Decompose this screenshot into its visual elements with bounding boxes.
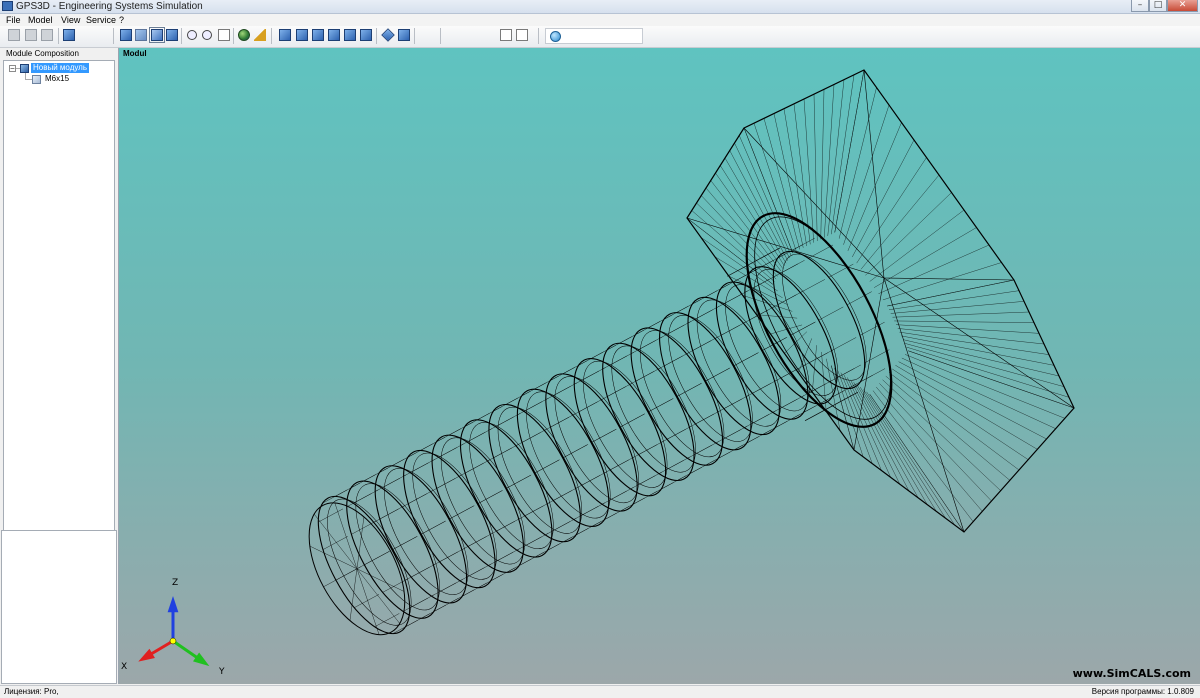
tree-connector [25, 79, 32, 80]
zoom-in-icon[interactable] [187, 30, 197, 40]
bolt-wireframe: Z X Y [121, 69, 1075, 677]
toolbar-separator [414, 28, 415, 44]
window-title: GPS3D - Engineering Systems Simulation [16, 1, 203, 12]
menu-service[interactable]: Service [86, 14, 116, 26]
simulation-combo[interactable] [545, 28, 643, 44]
collapse-icon[interactable]: – [9, 65, 16, 72]
axis-triad: Z X Y [121, 578, 225, 677]
measure-icon[interactable] [254, 29, 266, 41]
zoom-fit-icon[interactable] [218, 29, 230, 41]
toolbar-separator [233, 28, 234, 44]
view-top-icon[interactable] [344, 29, 356, 41]
toolbar-separator [58, 28, 59, 44]
menu-view[interactable]: View [61, 14, 80, 26]
view-wireframe-icon[interactable] [149, 27, 165, 43]
view-bottom-icon[interactable] [360, 29, 372, 41]
part-icon [32, 75, 41, 84]
module-tree[interactable]: – Новый модуль M6x15 [3, 60, 115, 570]
toolbar [0, 26, 1200, 48]
properties-panel [1, 530, 117, 684]
view-shaded-icon[interactable] [166, 29, 178, 41]
view-solid-icon[interactable] [120, 29, 132, 41]
menu-file[interactable]: File [6, 14, 21, 26]
view-front-icon[interactable] [279, 29, 291, 41]
view-back-icon[interactable] [296, 29, 308, 41]
menu-help[interactable]: ? [119, 14, 124, 26]
maximize-button[interactable]: □ [1149, 0, 1167, 12]
toolbar-separator [271, 28, 272, 44]
module-icon[interactable] [63, 29, 75, 41]
license-status: Лицензия: Pro, [4, 687, 59, 696]
app-icon [2, 1, 13, 11]
new-icon[interactable] [8, 29, 20, 41]
panel-header: Module Composition [6, 49, 79, 58]
view-transparent-icon[interactable] [135, 29, 147, 41]
view-right-icon[interactable] [328, 29, 340, 41]
toolbar-separator [538, 28, 539, 44]
view-iso-icon[interactable] [381, 28, 395, 42]
title-bar: GPS3D - Engineering Systems Simulation –… [0, 0, 1200, 14]
toolbar-separator [181, 28, 182, 44]
axis-x-label: X [121, 662, 127, 672]
version-status: Версия программы: 1.0.809 [1091, 687, 1194, 696]
menu-bar: File Model View Service ? [0, 14, 1200, 26]
module-composition-panel: Module Composition – Новый модуль M6x15 [0, 48, 118, 684]
globe-icon[interactable] [238, 29, 250, 41]
save-icon[interactable] [41, 29, 53, 41]
simulation-icon [550, 31, 561, 42]
status-bar: Лицензия: Pro, Версия программы: 1.0.809 [0, 685, 1200, 698]
menu-model[interactable]: Model [28, 14, 53, 26]
close-button[interactable]: ✕ [1167, 0, 1198, 12]
export-icon[interactable] [516, 29, 528, 41]
watermark: www.SimCALS.com [1072, 667, 1191, 680]
minimize-button[interactable]: – [1131, 0, 1149, 12]
model-viewport[interactable]: Modul ZXY www.SimCALS.com [119, 48, 1200, 684]
axis-y-label: Y [218, 667, 225, 677]
axis-z-label: Z [172, 578, 178, 588]
toolbar-separator [113, 28, 114, 44]
toolbar-separator [376, 28, 377, 44]
open-icon[interactable] [25, 29, 37, 41]
view-left-icon[interactable] [312, 29, 324, 41]
tree-item-part[interactable]: M6x15 [43, 74, 71, 84]
report-icon[interactable] [500, 29, 512, 41]
tree-item-root[interactable]: Новый модуль [31, 63, 90, 73]
zoom-out-icon[interactable] [202, 30, 212, 40]
toolbar-separator [440, 28, 441, 44]
view-iso2-icon[interactable] [398, 29, 410, 41]
module-icon [20, 64, 29, 73]
